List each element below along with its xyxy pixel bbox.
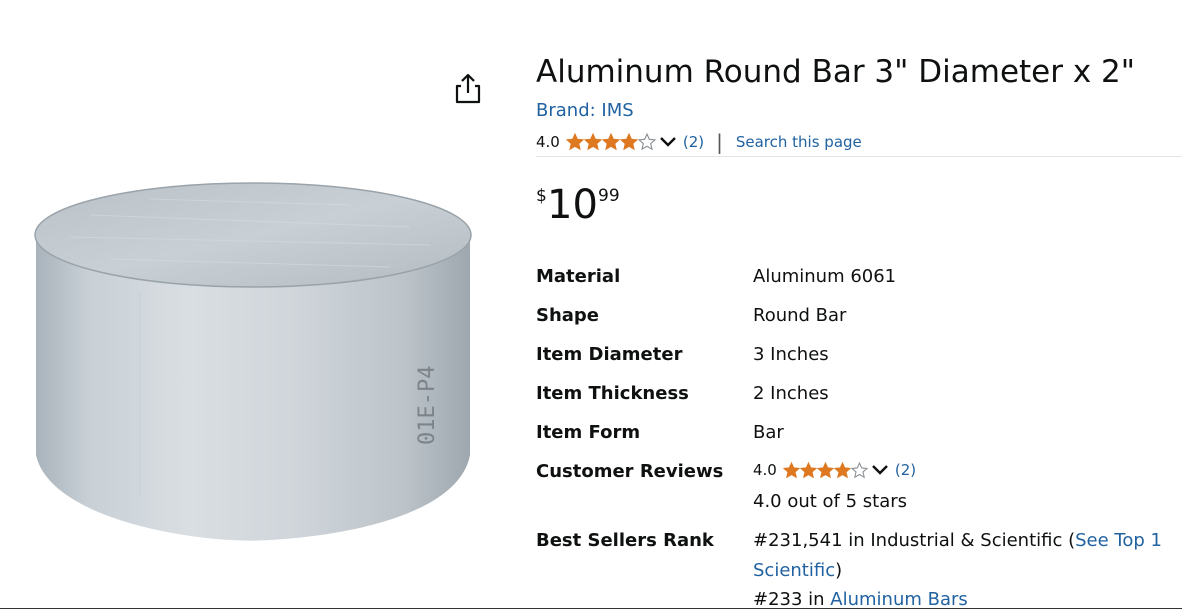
customer-reviews-rating: 4.0 (2) — [753, 461, 916, 479]
rank-text-1: #231,541 in Industrial & Scientific ( — [753, 530, 1076, 551]
reviews-rating-stars[interactable] — [782, 461, 868, 479]
spec-label-item-thickness: Item Thickness — [536, 383, 689, 404]
separator: | — [716, 130, 723, 154]
star-icon — [850, 461, 868, 478]
see-top-100-link-cont[interactable]: Scientific — [753, 560, 835, 581]
best-sellers-rank-line-2: Scientific) — [753, 559, 842, 583]
star-icon — [833, 461, 851, 478]
rank-text-2: #233 in — [753, 589, 831, 610]
spec-value-item-thickness: 2 Inches — [753, 383, 829, 404]
aluminum-bars-link[interactable]: Aluminum Bars — [830, 589, 968, 610]
reviews-count-link[interactable]: (2) — [895, 461, 916, 479]
spec-value-material: Aluminum 6061 — [753, 266, 897, 287]
star-icon — [782, 461, 800, 478]
rating-count-link[interactable]: (2) — [683, 133, 704, 151]
reviews-stars-text: 4.0 out of 5 stars — [753, 491, 908, 512]
see-top-100-link[interactable]: See Top 1 — [1075, 530, 1162, 551]
spec-label-customer-reviews: Customer Reviews — [536, 461, 724, 482]
spec-label-material: Material — [536, 266, 621, 287]
brand-link[interactable]: Brand: IMS — [536, 99, 634, 123]
star-icon — [619, 133, 638, 151]
spec-label-shape: Shape — [536, 305, 600, 326]
best-sellers-rank-line-1: #231,541 in Industrial & Scientific (See… — [753, 529, 1162, 553]
reviews-rating-value: 4.0 — [753, 461, 777, 479]
bottom-border — [0, 608, 1182, 609]
rank-close-paren: ) — [835, 560, 843, 581]
spec-value-item-form: Bar — [753, 422, 784, 443]
chevron-down-icon[interactable] — [659, 136, 677, 148]
search-this-page-link[interactable]: Search this page — [736, 133, 862, 151]
star-icon — [583, 133, 602, 151]
product-stamp-text: 01E-P4 — [415, 366, 440, 445]
spec-value-shape: Round Bar — [753, 305, 847, 326]
product-title: Aluminum Round Bar 3" Diameter x 2" — [536, 54, 1136, 90]
divider — [536, 156, 1182, 157]
share-icon — [455, 73, 481, 104]
price-fraction: 99 — [598, 186, 620, 206]
star-icon — [637, 133, 656, 151]
star-icon — [601, 133, 620, 151]
star-icon — [799, 461, 817, 478]
rating-row: 4.0 (2) | Search this page — [536, 130, 862, 154]
share-button[interactable] — [453, 72, 483, 106]
star-icon — [565, 133, 584, 151]
spec-label-best-sellers-rank: Best Sellers Rank — [536, 530, 714, 551]
rating-value: 4.0 — [536, 133, 560, 151]
product-image[interactable]: 01E-P4 — [30, 175, 485, 555]
price-whole: 10 — [547, 182, 598, 228]
price-symbol: $ — [536, 186, 547, 206]
spec-label-item-form: Item Form — [536, 422, 641, 443]
star-icon — [816, 461, 834, 478]
spec-label-item-diameter: Item Diameter — [536, 344, 683, 365]
chevron-down-icon[interactable] — [871, 464, 889, 476]
rating-stars[interactable] — [565, 133, 656, 151]
spec-value-item-diameter: 3 Inches — [753, 344, 829, 365]
